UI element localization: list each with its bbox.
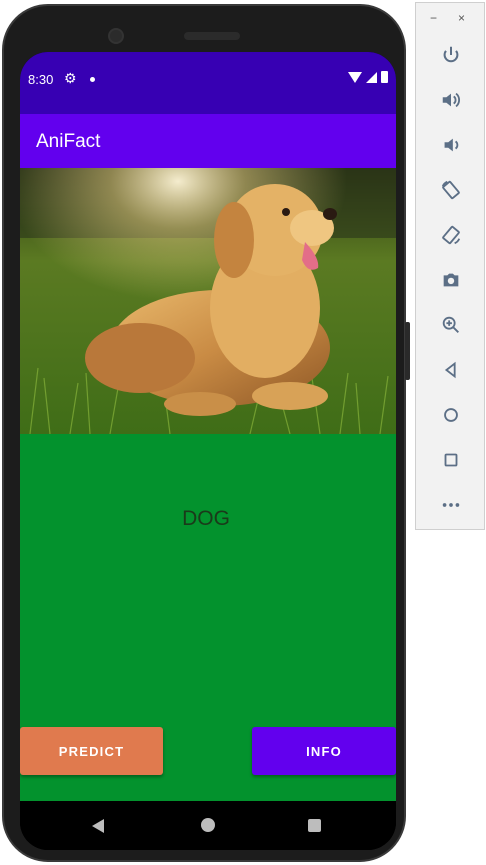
dog-photo — [20, 168, 396, 434]
status-time: 8:30 — [28, 72, 54, 87]
wifi-icon — [348, 71, 362, 83]
gear-icon: ⚙ — [64, 70, 77, 86]
result-panel: DOG PREDICT INFO — [20, 434, 396, 801]
minimize-button[interactable]: − — [430, 11, 437, 25]
nav-home-icon[interactable] — [201, 818, 215, 832]
rotate-left-icon[interactable] — [435, 174, 467, 206]
front-camera — [108, 28, 124, 44]
system-nav-bar — [20, 801, 396, 850]
screen-root: 8:30 ⚙ AniFact DOG PREDICT INFO − × — [0, 0, 486, 865]
more-icon[interactable] — [435, 489, 467, 521]
predict-button[interactable]: PREDICT — [20, 727, 163, 775]
power-side-button — [405, 322, 410, 380]
home-icon[interactable] — [435, 399, 467, 431]
phone-screen: 8:30 ⚙ AniFact DOG PREDICT INFO — [20, 52, 396, 850]
toolbar-window-controls: − × — [416, 11, 486, 27]
zoom-icon[interactable] — [435, 309, 467, 341]
notification-dot-icon — [90, 77, 95, 82]
nav-back-icon[interactable] — [92, 819, 104, 833]
volume-down-icon[interactable] — [435, 129, 467, 161]
overview-icon[interactable] — [435, 444, 467, 476]
earpiece — [184, 32, 240, 40]
emulator-toolbar: − × — [415, 2, 485, 530]
status-icons — [348, 71, 388, 83]
phone-frame: 8:30 ⚙ AniFact DOG PREDICT INFO — [2, 4, 410, 862]
back-icon[interactable] — [435, 354, 467, 386]
app-bar: AniFact — [20, 114, 396, 168]
camera-icon[interactable] — [435, 264, 467, 296]
power-icon[interactable] — [435, 39, 467, 71]
status-bar: 8:30 ⚙ — [20, 52, 396, 114]
volume-up-icon[interactable] — [435, 84, 467, 116]
dog-image — [20, 168, 396, 434]
rotate-right-icon[interactable] — [435, 219, 467, 251]
info-button[interactable]: INFO — [252, 727, 396, 775]
nav-recents-icon[interactable] — [308, 819, 321, 832]
close-button[interactable]: × — [458, 11, 465, 25]
signal-icon — [366, 71, 377, 83]
app-title: AniFact — [36, 131, 101, 152]
battery-icon — [381, 71, 388, 83]
prediction-label: DOG — [182, 507, 230, 530]
